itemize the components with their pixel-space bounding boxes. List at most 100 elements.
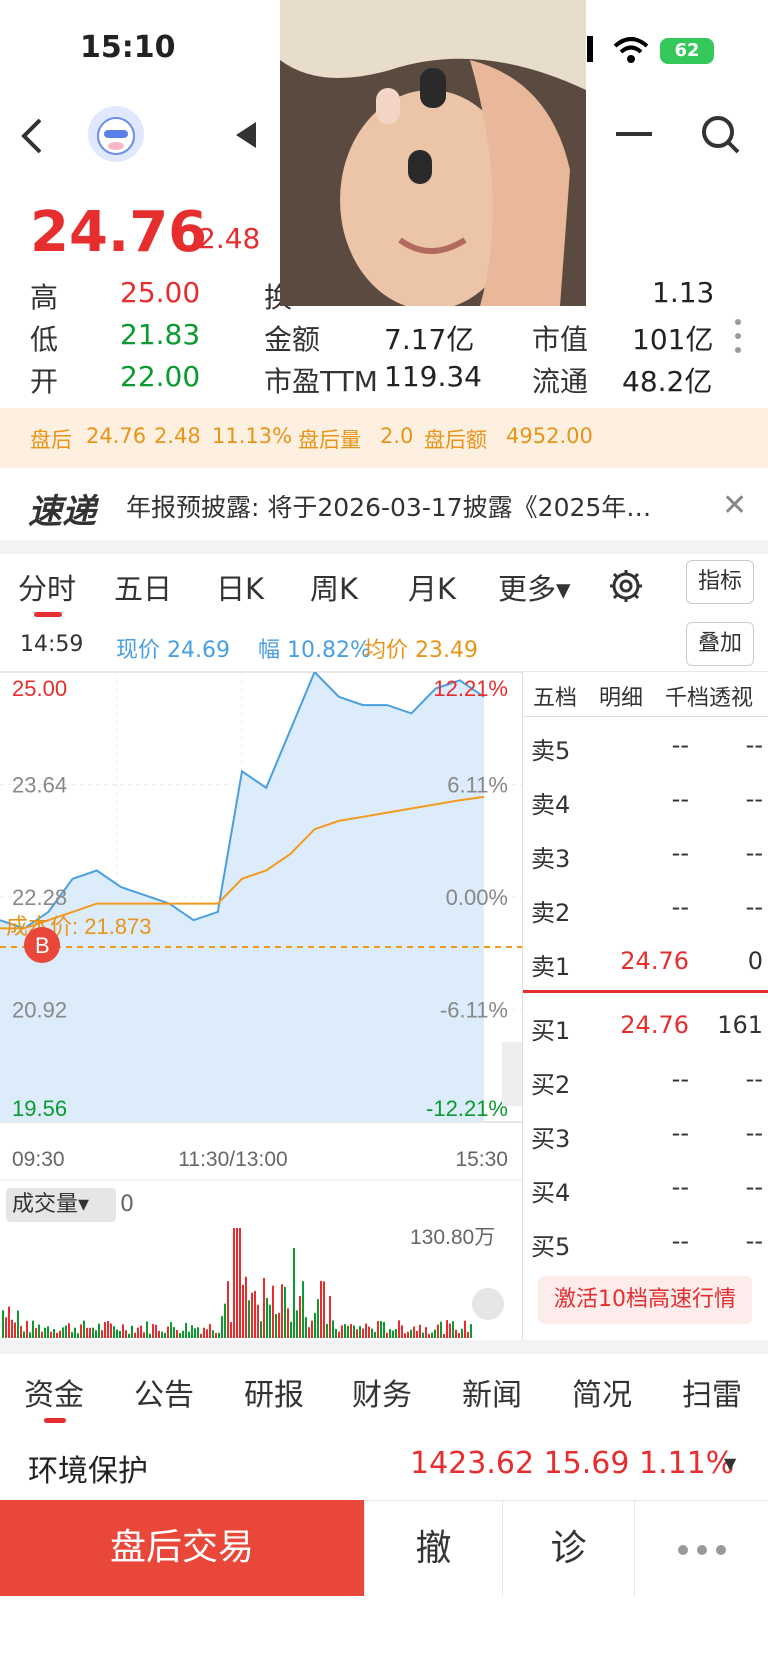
volume-bar xyxy=(437,1324,439,1338)
volume-bar xyxy=(212,1330,214,1338)
prev-stock-icon[interactable] xyxy=(234,120,258,150)
settings-gear-icon[interactable] xyxy=(608,568,644,604)
ah-label: 盘后 xyxy=(30,428,72,452)
volume-bar xyxy=(59,1330,61,1338)
bid-row[interactable]: 买4 -- -- xyxy=(523,1160,768,1214)
tab-finance[interactable]: 财务 xyxy=(352,1370,412,1414)
intraday-chart[interactable]: 25.00 12.21% 23.64 6.11% 22.28 0.00% 20.92 -6.1… xyxy=(0,672,522,1340)
avatar[interactable] xyxy=(88,106,144,162)
volume-bar xyxy=(206,1329,208,1338)
ob-level-label: 卖2 xyxy=(531,899,571,927)
tab-profile[interactable]: 简况 xyxy=(572,1370,632,1414)
volume-bar xyxy=(323,1281,325,1338)
express-news-logo: 速递 xyxy=(28,492,96,532)
y-axis-price-label: 23.64 xyxy=(12,773,67,798)
tab-five-level[interactable]: 五档 xyxy=(533,680,577,712)
volume-bar xyxy=(29,1332,31,1338)
activate-level10-button[interactable]: 激活10档高速行情 xyxy=(538,1276,752,1324)
tab-announcements[interactable]: 公告 xyxy=(134,1370,194,1414)
tab-weekly-k[interactable]: 周K xyxy=(310,566,358,608)
volume-bar xyxy=(224,1303,226,1338)
amount-value: 7.17亿 xyxy=(384,323,475,356)
tab-intraday[interactable]: 分时 xyxy=(18,566,76,608)
ob-level-label: 卖5 xyxy=(531,737,571,765)
ob-spread-divider xyxy=(523,990,768,993)
ask-row[interactable]: 卖2 -- -- xyxy=(523,880,768,934)
ob-volume: -- xyxy=(745,1173,763,1201)
ask-row[interactable]: 卖1 24.76 0 xyxy=(523,934,768,988)
ask-row[interactable]: 卖3 -- -- xyxy=(523,826,768,880)
y-axis-pct-label: 6.11% xyxy=(447,773,508,798)
close-icon[interactable]: ✕ xyxy=(722,488,747,523)
volume-selector[interactable]: 成交量▾ xyxy=(6,1188,116,1222)
ask-row[interactable]: 卖5 -- -- xyxy=(523,718,768,772)
volume-bar xyxy=(203,1327,205,1338)
more-vertical-icon[interactable] xyxy=(734,318,742,354)
more-button[interactable] xyxy=(634,1500,768,1596)
ob-level-label: 卖3 xyxy=(531,845,571,873)
volume-value: 0 xyxy=(120,1192,134,1217)
tab-funds[interactable]: 资金 xyxy=(24,1370,84,1414)
volume-bar xyxy=(44,1327,46,1338)
sector-name[interactable]: 环境保护 xyxy=(28,1446,148,1490)
dropdown-arrow-icon[interactable]: ▼ xyxy=(724,1454,736,1473)
overlay-button[interactable]: 叠加 xyxy=(686,622,754,666)
volume-bar xyxy=(143,1332,145,1338)
cancel-order-button[interactable]: 撤 xyxy=(364,1500,502,1596)
y-axis-pct-label: 12.21% xyxy=(433,676,508,701)
volume-bar xyxy=(5,1317,7,1338)
section-divider xyxy=(0,1340,768,1354)
ob-volume: -- xyxy=(745,893,763,921)
volume-bar xyxy=(200,1333,202,1338)
volume-bar xyxy=(32,1320,34,1338)
bid-row[interactable]: 买5 -- -- xyxy=(523,1214,768,1268)
ob-level-label: 买1 xyxy=(531,1017,571,1045)
tab-depth[interactable]: 千档透视 xyxy=(665,680,753,712)
ask-row[interactable]: 卖4 -- -- xyxy=(523,772,768,826)
tab-detail[interactable]: 明细 xyxy=(599,680,643,712)
volume-bar xyxy=(14,1322,16,1338)
diagnose-button[interactable]: 诊 xyxy=(502,1500,634,1596)
ob-level-label: 买4 xyxy=(531,1179,571,1207)
open-value: 22.00 xyxy=(120,360,201,393)
volume-bar xyxy=(419,1324,421,1338)
tab-research[interactable]: 研报 xyxy=(244,1370,304,1414)
tab-risk-scan[interactable]: 扫雷 xyxy=(682,1370,742,1414)
volume-bar xyxy=(443,1333,445,1338)
volume-bar xyxy=(86,1327,88,1338)
volume-bar xyxy=(128,1333,130,1338)
search-icon[interactable] xyxy=(700,114,742,156)
after-hours-trade-button[interactable]: 盘后交易 xyxy=(0,1500,364,1596)
volume-bar xyxy=(17,1310,19,1338)
ah-vol: 2.0 xyxy=(380,424,414,448)
volume-bar xyxy=(95,1330,97,1338)
volume-bar xyxy=(449,1323,451,1338)
news-ticker-text[interactable]: 年报预披露: 将于2026-03-17披露《2025年… xyxy=(126,488,676,524)
tab-news[interactable]: 新闻 xyxy=(462,1370,522,1414)
ob-price: -- xyxy=(671,893,689,921)
fullscreen-icon[interactable] xyxy=(472,1288,504,1320)
volume-bar xyxy=(257,1304,259,1338)
volume-bar xyxy=(158,1330,160,1338)
video-overlay[interactable] xyxy=(280,0,586,306)
bid-row[interactable]: 买2 -- -- xyxy=(523,1052,768,1106)
volume-bar xyxy=(53,1329,55,1338)
volume-bar xyxy=(425,1327,427,1338)
ob-volume: -- xyxy=(745,731,763,759)
active-tab-indicator xyxy=(44,1418,66,1423)
chart-expand-handle[interactable] xyxy=(502,1042,522,1106)
after-hours-bar: 盘后 24.76 2.48 11.13% 盘后量 2.0 盘后额 4952.00 xyxy=(0,408,768,468)
volume-bar xyxy=(275,1314,277,1338)
volume-bar xyxy=(23,1331,25,1338)
tab-monthly-k[interactable]: 月K xyxy=(408,566,456,608)
volume-bar xyxy=(104,1321,106,1338)
back-icon[interactable] xyxy=(18,116,46,156)
indicator-button[interactable]: 指标 xyxy=(686,560,754,604)
bid-row[interactable]: 买1 24.76 161 xyxy=(523,998,768,1052)
ob-price: -- xyxy=(671,839,689,867)
tab-five-day[interactable]: 五日 xyxy=(114,566,172,608)
tab-daily-k[interactable]: 日K xyxy=(216,566,264,608)
tab-more[interactable]: 更多▾ xyxy=(498,566,571,608)
collapse-icon[interactable] xyxy=(616,132,652,138)
bid-row[interactable]: 买3 -- -- xyxy=(523,1106,768,1160)
